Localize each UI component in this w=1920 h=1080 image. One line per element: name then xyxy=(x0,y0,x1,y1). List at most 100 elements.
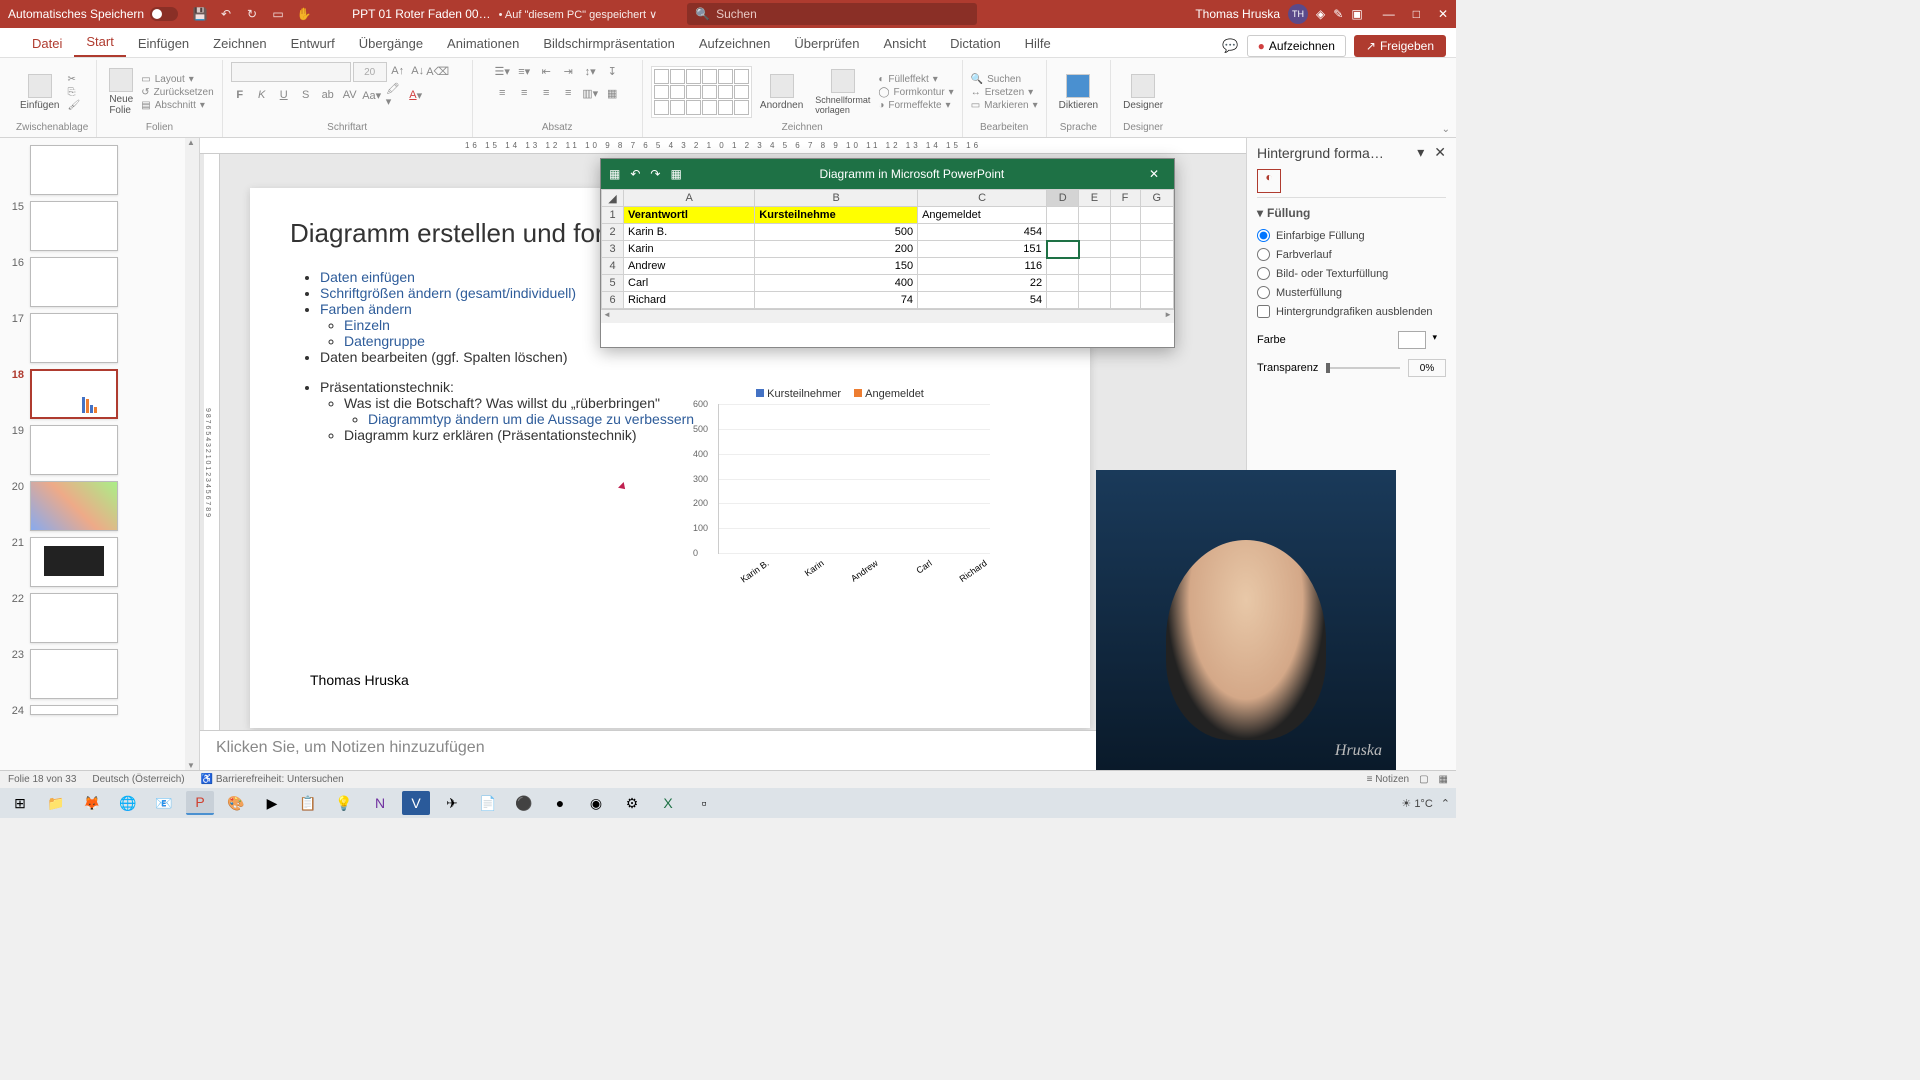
accessibility-check[interactable]: ♿ Barrierefreiheit: Untersuchen xyxy=(201,774,344,785)
cut-button[interactable]: ✂ xyxy=(67,74,80,85)
col-G[interactable]: G xyxy=(1140,190,1174,207)
app-icon-4[interactable]: V xyxy=(402,791,430,815)
excel-taskbar-icon[interactable]: X xyxy=(654,791,682,815)
shape-effects-button[interactable]: ◑ Formeffekte ▾ xyxy=(878,100,953,111)
pen-icon[interactable]: ✎ xyxy=(1333,7,1343,21)
arrange-button[interactable]: Anordnen xyxy=(756,72,807,113)
columns-button[interactable]: ▥▾ xyxy=(581,84,599,102)
firefox-icon[interactable]: 🦊 xyxy=(78,791,106,815)
opt-gradient-fill[interactable]: Farbverlauf xyxy=(1257,245,1446,264)
thumb-23[interactable]: 23 xyxy=(0,646,199,702)
record-button[interactable]: ●Aufzeichnen xyxy=(1247,35,1346,57)
diamond-icon[interactable]: ◈ xyxy=(1316,7,1325,21)
shape-outline-button[interactable]: ◯ Formkontur ▾ xyxy=(878,87,953,98)
section-button[interactable]: ▤ Abschnitt ▾ xyxy=(141,100,213,111)
document-title[interactable]: PPT 01 Roter Faden 00… xyxy=(352,7,491,21)
decrease-font-icon[interactable]: A↓ xyxy=(409,62,427,80)
share-button[interactable]: ↗Freigeben xyxy=(1354,35,1446,57)
dictate-button[interactable]: Diktieren xyxy=(1055,72,1102,113)
find-button[interactable]: 🔍 Suchen xyxy=(971,74,1038,85)
tab-view[interactable]: Ansicht xyxy=(871,30,938,57)
undo-icon[interactable]: ↶ xyxy=(218,6,234,22)
thumb-14[interactable] xyxy=(0,142,199,198)
view-sorter-icon[interactable]: ▦ xyxy=(1439,774,1448,785)
numbering-button[interactable]: ≡▾ xyxy=(515,62,533,80)
thumb-17[interactable]: 17 xyxy=(0,310,199,366)
language-indicator[interactable]: Deutsch (Österreich) xyxy=(92,774,184,785)
minimize-icon[interactable]: — xyxy=(1383,7,1395,21)
col-B[interactable]: B xyxy=(755,190,918,207)
chart[interactable]: Kursteilnehmer Angemeldet 01002003004005… xyxy=(690,388,990,608)
autosave-switch[interactable] xyxy=(150,7,178,21)
thumb-scrollbar[interactable] xyxy=(185,138,199,770)
case-button[interactable]: Aa▾ xyxy=(363,86,381,104)
font-color-button[interactable]: A▾ xyxy=(407,86,425,104)
window-icon[interactable]: ▣ xyxy=(1351,7,1362,21)
save-icon[interactable]: 💾 xyxy=(192,6,208,22)
dw-undo-icon[interactable]: ↶ xyxy=(630,167,640,181)
telegram-icon[interactable]: ✈ xyxy=(438,791,466,815)
vlc-icon[interactable]: ▶ xyxy=(258,791,286,815)
dw-view-icon[interactable]: ▦ xyxy=(670,167,681,181)
start-from-beginning-icon[interactable]: ▭ xyxy=(270,6,286,22)
justify-button[interactable]: ≡ xyxy=(559,84,577,102)
data-grid[interactable]: ◢ A B C D E F G 1VerantwortlKursteilnehm… xyxy=(601,189,1174,309)
designer-button[interactable]: Designer xyxy=(1119,72,1167,113)
bold-button[interactable]: F xyxy=(231,86,249,104)
collapse-ribbon-icon[interactable]: ⌄ xyxy=(1442,124,1450,135)
reset-button[interactable]: ↺ Zurücksetzen xyxy=(141,87,213,98)
shapes-gallery[interactable] xyxy=(651,66,752,118)
weather-widget[interactable]: ☀ 1°C xyxy=(1401,797,1432,810)
tray-chevron-icon[interactable]: ⌃ xyxy=(1441,797,1450,810)
increase-font-icon[interactable]: A↑ xyxy=(389,62,407,80)
app-icon-3[interactable]: 💡 xyxy=(330,791,358,815)
tab-draw[interactable]: Zeichnen xyxy=(201,30,278,57)
col-C[interactable]: C xyxy=(918,190,1047,207)
data-window-hscroll[interactable] xyxy=(601,309,1174,323)
start-button[interactable]: ⊞ xyxy=(6,791,34,815)
shape-fill-button[interactable]: ◐ Fülleffekt ▾ xyxy=(878,74,953,85)
pane-options-icon[interactable]: ▾ xyxy=(1417,144,1424,160)
transparency-slider[interactable] xyxy=(1326,367,1400,369)
align-center-button[interactable]: ≡ xyxy=(515,84,533,102)
save-status[interactable]: • Auf "diesem PC" gespeichert ∨ xyxy=(499,8,658,21)
paste-button[interactable]: Einfügen xyxy=(16,72,63,113)
clear-format-icon[interactable]: A⌫ xyxy=(429,62,447,80)
powerpoint-icon[interactable]: P xyxy=(186,791,214,815)
settings-icon[interactable]: ⚙ xyxy=(618,791,646,815)
thumb-24[interactable]: 24 xyxy=(0,702,199,720)
notes-toggle[interactable]: ≡ Notizen xyxy=(1367,774,1410,785)
col-D[interactable]: D xyxy=(1047,190,1079,207)
selected-cell-D3[interactable] xyxy=(1047,241,1079,258)
tab-help[interactable]: Hilfe xyxy=(1013,30,1063,57)
replace-button[interactable]: ↔ Ersetzen ▾ xyxy=(971,87,1038,98)
data-row-1[interactable]: 1VerantwortlKursteilnehmeAngemeldet xyxy=(602,207,1174,224)
onenote-icon[interactable]: N xyxy=(366,791,394,815)
format-painter-button[interactable]: 🖌 xyxy=(67,100,80,111)
italic-button[interactable]: K xyxy=(253,86,271,104)
dw-redo-icon[interactable]: ↷ xyxy=(650,167,660,181)
col-E[interactable]: E xyxy=(1079,190,1110,207)
touch-mode-icon[interactable]: ✋ xyxy=(296,6,312,22)
chrome-icon[interactable]: 🌐 xyxy=(114,791,142,815)
autosave-toggle[interactable]: Automatisches Speichern xyxy=(8,7,178,21)
close-icon[interactable]: ✕ xyxy=(1438,7,1448,21)
data-window-titlebar[interactable]: ▦ ↶ ↷ ▦ Diagramm in Microsoft PowerPoint… xyxy=(601,159,1174,189)
pane-close-icon[interactable]: ✕ xyxy=(1434,144,1446,160)
font-name-combo[interactable] xyxy=(231,62,351,82)
highlight-button[interactable]: 🖍▾ xyxy=(385,86,403,104)
tab-start[interactable]: Start xyxy=(74,28,125,57)
obs-icon[interactable]: ⚫ xyxy=(510,791,538,815)
select-all-corner[interactable]: ◢ xyxy=(602,190,624,207)
new-slide-button[interactable]: Neue Folie xyxy=(105,66,137,118)
tab-slideshow[interactable]: Bildschirmpräsentation xyxy=(531,30,687,57)
shadow-button[interactable]: ab xyxy=(319,86,337,104)
app-icon-8[interactable]: ▫ xyxy=(690,791,718,815)
indent-less-button[interactable]: ⇤ xyxy=(537,62,555,80)
app-icon-1[interactable]: 🎨 xyxy=(222,791,250,815)
tab-file[interactable]: Datei xyxy=(20,30,74,57)
search-box[interactable]: 🔍 Suchen xyxy=(687,3,977,25)
notes-pane[interactable]: Klicken Sie, um Notizen hinzuzufügen xyxy=(200,730,1246,770)
maximize-icon[interactable]: □ xyxy=(1413,7,1420,21)
redo-icon[interactable]: ↻ xyxy=(244,6,260,22)
